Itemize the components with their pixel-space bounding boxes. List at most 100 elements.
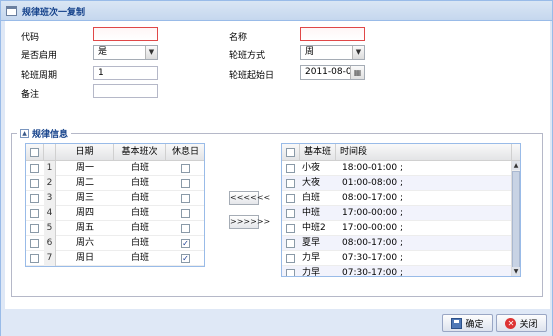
shift-cell: 白班 (302, 193, 321, 203)
remark-label: 备注 (21, 90, 40, 100)
rest-day-checkbox[interactable]: ✓ (181, 254, 190, 263)
move-left-button[interactable]: <<<<<< (229, 191, 270, 205)
grid-header: 日期 基本班次 休息日 (26, 144, 204, 161)
section-title: 规律信息 (32, 130, 69, 140)
row-checkbox[interactable] (286, 179, 295, 188)
table-row[interactable]: 7 周日 白班 ✓ (26, 251, 204, 266)
calendar-icon[interactable]: ▦ (350, 66, 364, 79)
col-time-range[interactable]: 时间段 (336, 144, 512, 161)
scroll-up-icon[interactable]: ▲ (512, 161, 520, 170)
base-shift-grid: 基本班次 时间段 小夜 18:00-01:00 ; 大夜 01:00-08:00 ; 白… (281, 143, 521, 277)
time-range-cell: 18:00-01:00 ; (342, 163, 404, 173)
row-checkbox[interactable] (286, 164, 295, 173)
table-row[interactable]: 力早 07:30-17:00 ; (282, 266, 511, 276)
shift-cell: 白班 (130, 193, 149, 203)
table-row[interactable]: 6 周六 白班 ✓ (26, 236, 204, 251)
enabled-select[interactable]: 是 ▼ (93, 45, 158, 60)
chevron-down-icon[interactable]: ▼ (145, 46, 157, 59)
row-number: 6 (44, 236, 56, 251)
row-checkbox[interactable] (286, 269, 295, 276)
row-checkbox[interactable] (30, 179, 39, 188)
time-range-cell: 07:30-17:00 ; (342, 253, 404, 263)
shift-cell: 白班 (130, 238, 149, 248)
start-date-field[interactable]: 2011-08-01 ▦ (300, 65, 365, 80)
table-row[interactable]: 大夜 01:00-08:00 ; (282, 176, 511, 191)
table-row[interactable]: 4 周四 白班 (26, 206, 204, 221)
date-cell: 周三 (75, 193, 94, 203)
row-checkbox[interactable] (286, 224, 295, 233)
ok-label: 确定 (465, 319, 484, 330)
table-row[interactable]: 夏早 08:00-17:00 ; (282, 236, 511, 251)
rest-day-checkbox[interactable]: ✓ (181, 239, 190, 248)
row-checkbox[interactable] (286, 254, 295, 263)
col-base-shift[interactable]: 基本班次 (114, 144, 166, 161)
name-input[interactable] (300, 27, 365, 41)
collapse-icon[interactable]: ▲ (20, 129, 29, 138)
rest-day-checkbox[interactable] (181, 194, 190, 203)
close-button[interactable]: ✕ 关闭 (496, 314, 547, 332)
row-checkbox[interactable] (286, 194, 295, 203)
date-cell: 周六 (75, 238, 94, 248)
section-legend: ▲ 规律信息 (17, 127, 72, 140)
week-schedule-grid: 日期 基本班次 休息日 1 周一 白班 2 周二 白班 3 周三 白班 4 周四 白班 5 周五 白班 6 周六… (25, 143, 205, 267)
title-bar[interactable]: 规律班次一复制 (1, 1, 552, 21)
grid-header: 基本班次 时间段 (282, 144, 520, 174)
rest-day-checkbox[interactable] (181, 224, 190, 233)
table-row[interactable]: 5 周五 白班 (26, 221, 204, 236)
chevron-down-icon[interactable]: ▼ (352, 46, 364, 59)
time-range-cell: 17:00-00:00 ; (342, 223, 404, 233)
scroll-down-icon[interactable]: ▼ (512, 267, 520, 276)
dialog-footer: 确定 ✕ 关闭 (1, 309, 552, 336)
shift-cell: 大夜 (302, 178, 321, 188)
rest-day-checkbox[interactable] (181, 179, 190, 188)
select-all-cell[interactable] (26, 144, 44, 161)
row-number: 1 (44, 161, 56, 176)
shift-cell: 白班 (130, 253, 149, 263)
table-row[interactable]: 中班 17:00-00:00 ; (282, 206, 511, 221)
row-checkbox[interactable] (286, 209, 295, 218)
table-row[interactable]: 小夜 18:00-01:00 ; (282, 161, 511, 176)
col-date[interactable]: 日期 (56, 144, 114, 161)
col-base-shift[interactable]: 基本班次 (300, 144, 336, 174)
cycle-input[interactable]: 1 (93, 66, 158, 80)
date-cell: 周四 (75, 208, 94, 218)
row-checkbox[interactable] (30, 164, 39, 173)
vertical-scrollbar[interactable]: ▲ ▼ (511, 161, 520, 276)
select-all-checkbox[interactable] (286, 148, 295, 157)
table-row[interactable]: 2 周二 白班 (26, 176, 204, 191)
code-input[interactable] (93, 27, 158, 41)
shift-cell: 小夜 (302, 163, 321, 173)
shift-cell: 夏早 (302, 238, 321, 248)
table-row[interactable]: 白班 08:00-17:00 ; (282, 191, 511, 206)
table-row[interactable]: 力早加... 07:30-17:00 ; (282, 251, 511, 276)
table-row[interactable]: 1 周一 白班 (26, 161, 204, 176)
enabled-label: 是否启用 (21, 51, 58, 61)
window-icon (6, 6, 17, 16)
scroll-thumb[interactable] (512, 171, 520, 271)
row-number: 7 (44, 251, 56, 266)
rest-day-checkbox[interactable] (181, 209, 190, 218)
shift-cell: 白班 (130, 223, 149, 233)
start-date-label: 轮班起始日 (229, 71, 275, 81)
row-checkbox[interactable] (30, 224, 39, 233)
ok-button[interactable]: 确定 (442, 314, 493, 332)
enabled-value: 是 (98, 47, 108, 57)
remark-input[interactable] (93, 84, 158, 98)
select-all-checkbox[interactable] (30, 148, 39, 157)
move-right-button[interactable]: >>>>>> (229, 215, 270, 229)
row-checkbox[interactable] (30, 194, 39, 203)
rest-day-checkbox[interactable] (181, 164, 190, 173)
row-checkbox[interactable] (30, 239, 39, 248)
row-checkbox[interactable] (286, 239, 295, 248)
mode-select[interactable]: 周 ▼ (300, 45, 365, 60)
table-row[interactable]: 中班2 17:00-00:00 ; (282, 221, 511, 236)
col-rest-day[interactable]: 休息日 (166, 144, 204, 161)
close-icon: ✕ (505, 317, 517, 329)
shift-cell: 白班 (130, 208, 149, 218)
row-checkbox[interactable] (30, 209, 39, 218)
table-row[interactable]: 3 周三 白班 (26, 191, 204, 206)
row-checkbox[interactable] (30, 254, 39, 263)
time-range-cell: 01:00-08:00 ; (342, 178, 404, 188)
shift-cell: 中班 (302, 208, 321, 218)
select-all-cell[interactable] (282, 144, 300, 161)
